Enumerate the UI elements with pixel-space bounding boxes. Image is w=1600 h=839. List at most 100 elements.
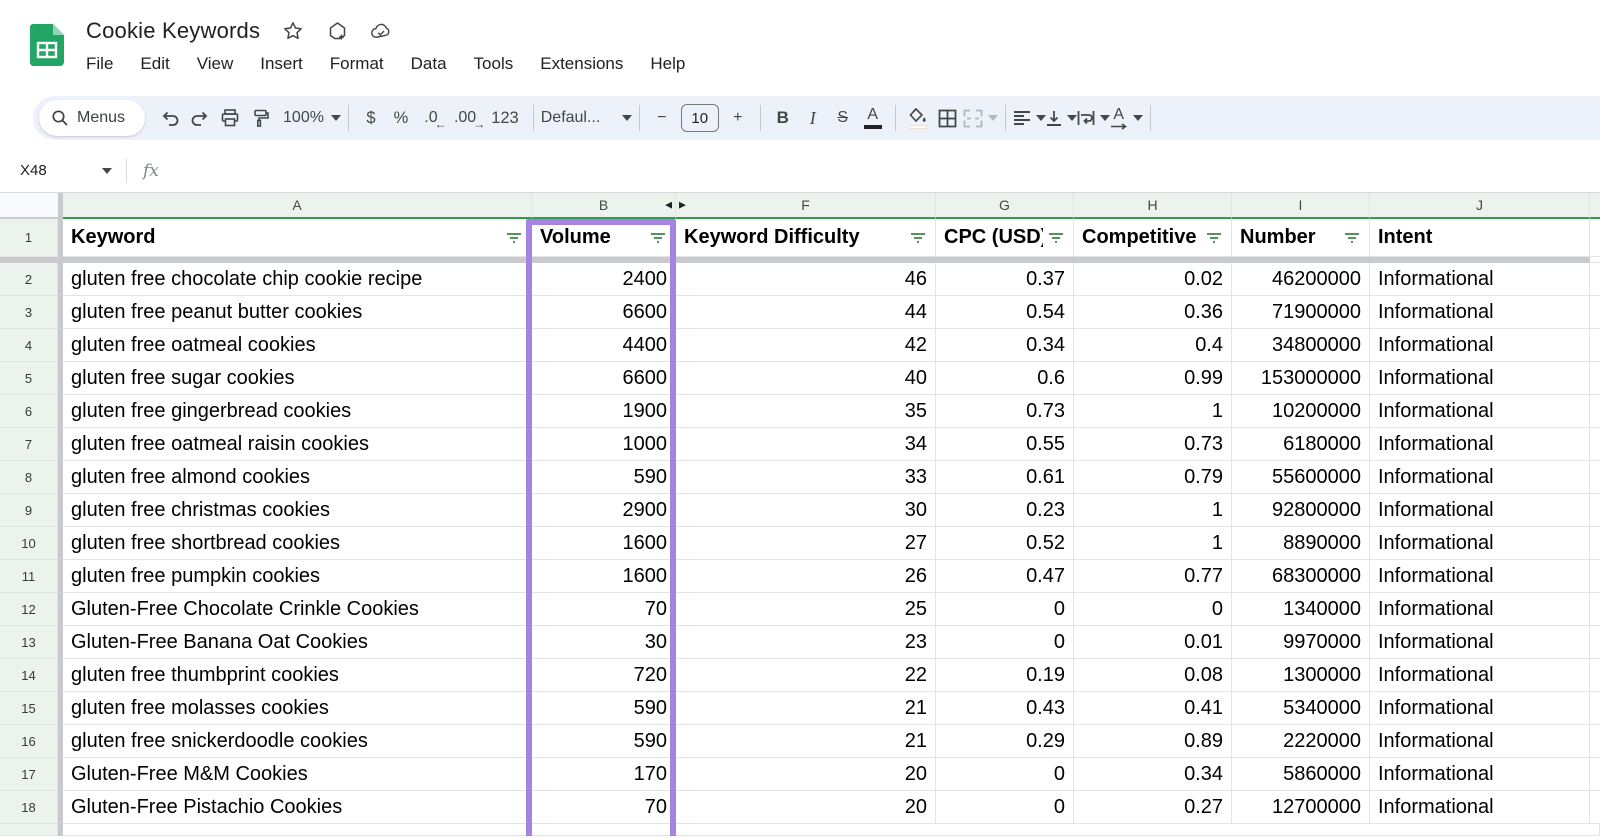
italic-button[interactable]: I <box>798 102 828 134</box>
menu-help[interactable]: Help <box>650 54 685 74</box>
header-cell-keyword[interactable]: Keyword <box>63 219 532 257</box>
menu-edit[interactable]: Edit <box>140 54 169 74</box>
cell[interactable] <box>1590 362 1600 395</box>
cell-number[interactable]: 1300000 <box>1232 659 1370 692</box>
cell-keyword-difficulty[interactable]: 33 <box>676 461 936 494</box>
cell-volume[interactable]: 1600 <box>532 560 676 593</box>
cell-cpc[interactable]: 0 <box>936 626 1074 659</box>
cell-volume[interactable]: 590 <box>532 725 676 758</box>
cell-keyword[interactable]: gluten free almond cookies <box>63 461 532 494</box>
cell-keyword[interactable]: gluten free gingerbread cookies <box>63 395 532 428</box>
cell-keyword[interactable]: Gluten-Free Pistachio Cookies <box>63 791 532 824</box>
cell-keyword-difficulty[interactable]: 20 <box>676 791 936 824</box>
cell-volume[interactable]: 2400 <box>532 263 676 296</box>
redo-button[interactable] <box>185 102 215 134</box>
cell-competitive-density[interactable]: 1 <box>1074 395 1232 428</box>
undo-button[interactable] <box>155 102 185 134</box>
cell[interactable] <box>1590 527 1600 560</box>
cell-keyword-difficulty[interactable]: 46 <box>676 263 936 296</box>
cell[interactable] <box>1590 296 1600 329</box>
header-cell-partial[interactable] <box>1590 219 1600 257</box>
cell-number[interactable]: 46200000 <box>1232 263 1370 296</box>
cell-competitive-density[interactable]: 1 <box>1074 527 1232 560</box>
cell-keyword-difficulty[interactable]: 42 <box>676 329 936 362</box>
cell-intent[interactable]: Informational <box>1370 362 1590 395</box>
cell-cpc[interactable]: 0.61 <box>936 461 1074 494</box>
cell-cpc[interactable]: 0.19 <box>936 659 1074 692</box>
column-header-J[interactable]: J <box>1370 193 1590 219</box>
print-button[interactable] <box>215 102 245 134</box>
cell-keyword-difficulty[interactable]: 40 <box>676 362 936 395</box>
cell[interactable] <box>1590 758 1600 791</box>
select-all-corner[interactable] <box>0 193 58 219</box>
cell-volume[interactable]: 70 <box>532 791 676 824</box>
cell-volume[interactable]: 4400 <box>532 329 676 362</box>
cell-volume[interactable]: 70 <box>532 593 676 626</box>
strikethrough-button[interactable]: S <box>828 102 858 134</box>
cell-cpc[interactable]: 0.47 <box>936 560 1074 593</box>
cell-number[interactable]: 1340000 <box>1232 593 1370 626</box>
cell-intent[interactable]: Informational <box>1370 527 1590 560</box>
borders-button[interactable] <box>933 102 963 134</box>
format-currency-button[interactable]: $ <box>356 102 386 134</box>
cell-keyword[interactable]: gluten free oatmeal cookies <box>63 329 532 362</box>
cell-number[interactable]: 71900000 <box>1232 296 1370 329</box>
menus-search-button[interactable]: Menus <box>39 100 145 136</box>
cell-keyword-difficulty[interactable]: 22 <box>676 659 936 692</box>
cell-keyword[interactable]: gluten free peanut butter cookies <box>63 296 532 329</box>
cell-competitive-density[interactable]: 0.01 <box>1074 626 1232 659</box>
cell-intent[interactable]: Informational <box>1370 428 1590 461</box>
filter-icon[interactable] <box>1343 231 1361 245</box>
row-header-14[interactable]: 14 <box>0 659 58 692</box>
cell[interactable] <box>1590 791 1600 824</box>
horizontal-align-button[interactable] <box>1013 102 1046 134</box>
cell-keyword-difficulty[interactable]: 21 <box>676 692 936 725</box>
cell-keyword-difficulty[interactable]: 26 <box>676 560 936 593</box>
column-header-F[interactable]: F▶ <box>676 193 936 219</box>
row-header-10[interactable]: 10 <box>0 527 58 560</box>
cell-intent[interactable]: Informational <box>1370 593 1590 626</box>
cell-competitive-density[interactable]: 0.77 <box>1074 560 1232 593</box>
google-sheets-logo[interactable] <box>30 24 64 66</box>
row-header-16[interactable]: 16 <box>0 725 58 758</box>
name-box[interactable]: X48 <box>0 162 118 179</box>
bold-button[interactable]: B <box>768 102 798 134</box>
row-header-2[interactable]: 2 <box>0 263 58 296</box>
cell[interactable] <box>1590 428 1600 461</box>
decrease-font-size-button[interactable]: − <box>647 102 677 134</box>
cell-number[interactable]: 68300000 <box>1232 560 1370 593</box>
cell-volume[interactable]: 30 <box>532 626 676 659</box>
font-family-select[interactable]: Defaul... <box>541 102 632 134</box>
cell-number[interactable]: 10200000 <box>1232 395 1370 428</box>
cell[interactable] <box>1590 329 1600 362</box>
column-header-G[interactable]: G <box>936 193 1074 219</box>
cell-keyword-difficulty[interactable]: 23 <box>676 626 936 659</box>
cell-keyword-difficulty[interactable]: 44 <box>676 296 936 329</box>
cell-cpc[interactable]: 0.52 <box>936 527 1074 560</box>
filter-icon[interactable] <box>909 231 927 245</box>
cell-intent[interactable]: Informational <box>1370 494 1590 527</box>
cell-cpc[interactable]: 0 <box>936 593 1074 626</box>
cell-volume[interactable]: 6600 <box>532 296 676 329</box>
cell[interactable] <box>63 824 1600 836</box>
cell[interactable] <box>1590 593 1600 626</box>
filter-icon[interactable] <box>505 231 523 245</box>
cell-cpc[interactable]: 0.6 <box>936 362 1074 395</box>
cell-competitive-density[interactable]: 0.34 <box>1074 758 1232 791</box>
cell[interactable] <box>1590 560 1600 593</box>
text-wrapping-button[interactable] <box>1077 102 1110 134</box>
header-cell-volume[interactable]: Volume <box>532 219 676 257</box>
cell-cpc[interactable]: 0 <box>936 791 1074 824</box>
cell-intent[interactable]: Informational <box>1370 461 1590 494</box>
cell-cpc[interactable]: 0.37 <box>936 263 1074 296</box>
cell-volume[interactable]: 1600 <box>532 527 676 560</box>
filter-icon[interactable] <box>1205 231 1223 245</box>
cell-keyword[interactable]: Gluten-Free Chocolate Crinkle Cookies <box>63 593 532 626</box>
header-cell-competitive-density[interactable]: Competitive Density <box>1074 219 1232 257</box>
column-header-B[interactable]: B◀ <box>532 193 676 219</box>
row-header-8[interactable]: 8 <box>0 461 58 494</box>
cell-competitive-density[interactable]: 1 <box>1074 494 1232 527</box>
cell-keyword-difficulty[interactable]: 27 <box>676 527 936 560</box>
row-header-12[interactable]: 12 <box>0 593 58 626</box>
cell-keyword[interactable]: Gluten-Free Banana Oat Cookies <box>63 626 532 659</box>
